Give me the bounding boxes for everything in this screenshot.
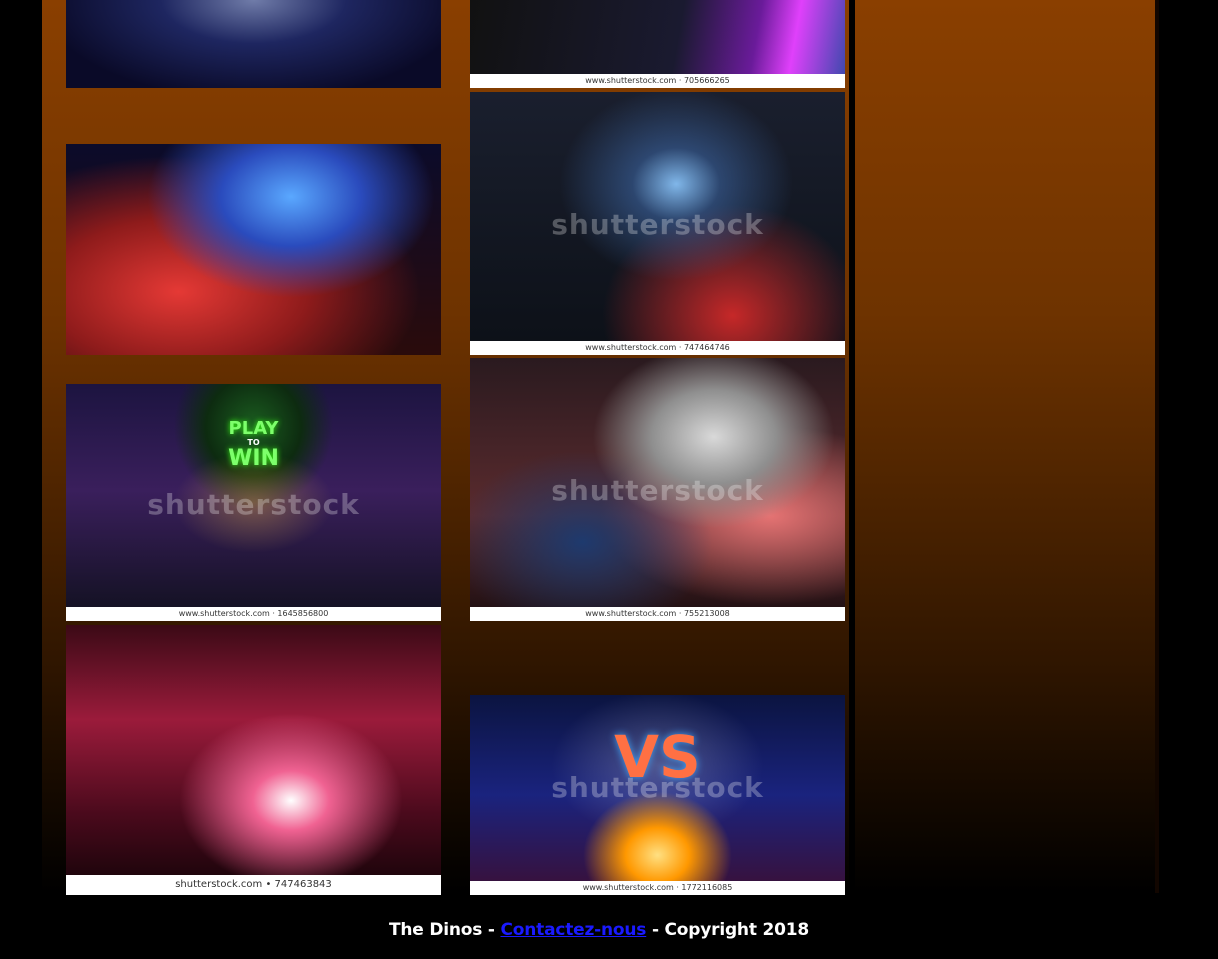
- footer-text: The Dinos - Contactez-nous - Copyright 2…: [44, 920, 1154, 940]
- photo-caption: www.shutterstock.com · 755213008: [470, 607, 845, 621]
- overlay-text-win: WIN: [228, 446, 279, 471]
- contact-link[interactable]: Contactez-nous: [500, 920, 646, 940]
- photo-image: [66, 144, 441, 355]
- watermark: shutterstock: [551, 771, 764, 804]
- page: www.shutterstock.com · 705666265 shutter…: [0, 0, 1218, 959]
- overlay-text-play: PLAY: [228, 418, 279, 439]
- watermark: shutterstock: [551, 473, 764, 507]
- footer: The Dinos - Contactez-nous - Copyright 2…: [44, 903, 1154, 959]
- photo-caption: shutterstock.com • 747463843: [66, 875, 441, 895]
- column-divider: [849, 0, 855, 893]
- photo-caption: www.shutterstock.com · 705666265: [470, 74, 845, 88]
- photo-caption: www.shutterstock.com · 1645856800: [66, 607, 441, 621]
- photo-red-arena[interactable]: shutterstock.com • 747463843: [66, 625, 441, 895]
- photo-caption: www.shutterstock.com · 747464746: [470, 341, 845, 355]
- photo-image: [66, 625, 441, 895]
- watermark: shutterstock: [147, 488, 360, 522]
- photo-gamer-keyboard[interactable]: www.shutterstock.com · 705666265: [470, 0, 845, 88]
- photo-play-to-win[interactable]: PLAY TO WIN shutterstock www.shutterstoc…: [66, 384, 441, 621]
- watermark: shutterstock: [551, 207, 764, 241]
- photo-caption: www.shutterstock.com · 1772116085: [470, 881, 845, 895]
- photo-vs-trophy[interactable]: VS shutterstock www.shutterstock.com · 1…: [470, 695, 845, 895]
- photo-trophy-lift[interactable]: shutterstock www.shutterstock.com · 7552…: [470, 358, 845, 621]
- photo-arena-crowd-top[interactable]: [66, 0, 441, 88]
- footer-copyright: - Copyright 2018: [646, 920, 809, 940]
- footer-brand: The Dinos -: [389, 920, 501, 940]
- photo-arena-red-blue[interactable]: [66, 144, 441, 355]
- panel-right-edge: [1155, 0, 1159, 893]
- photo-arena-stage-screen[interactable]: shutterstock www.shutterstock.com · 7474…: [470, 92, 845, 355]
- photo-image: [66, 0, 441, 88]
